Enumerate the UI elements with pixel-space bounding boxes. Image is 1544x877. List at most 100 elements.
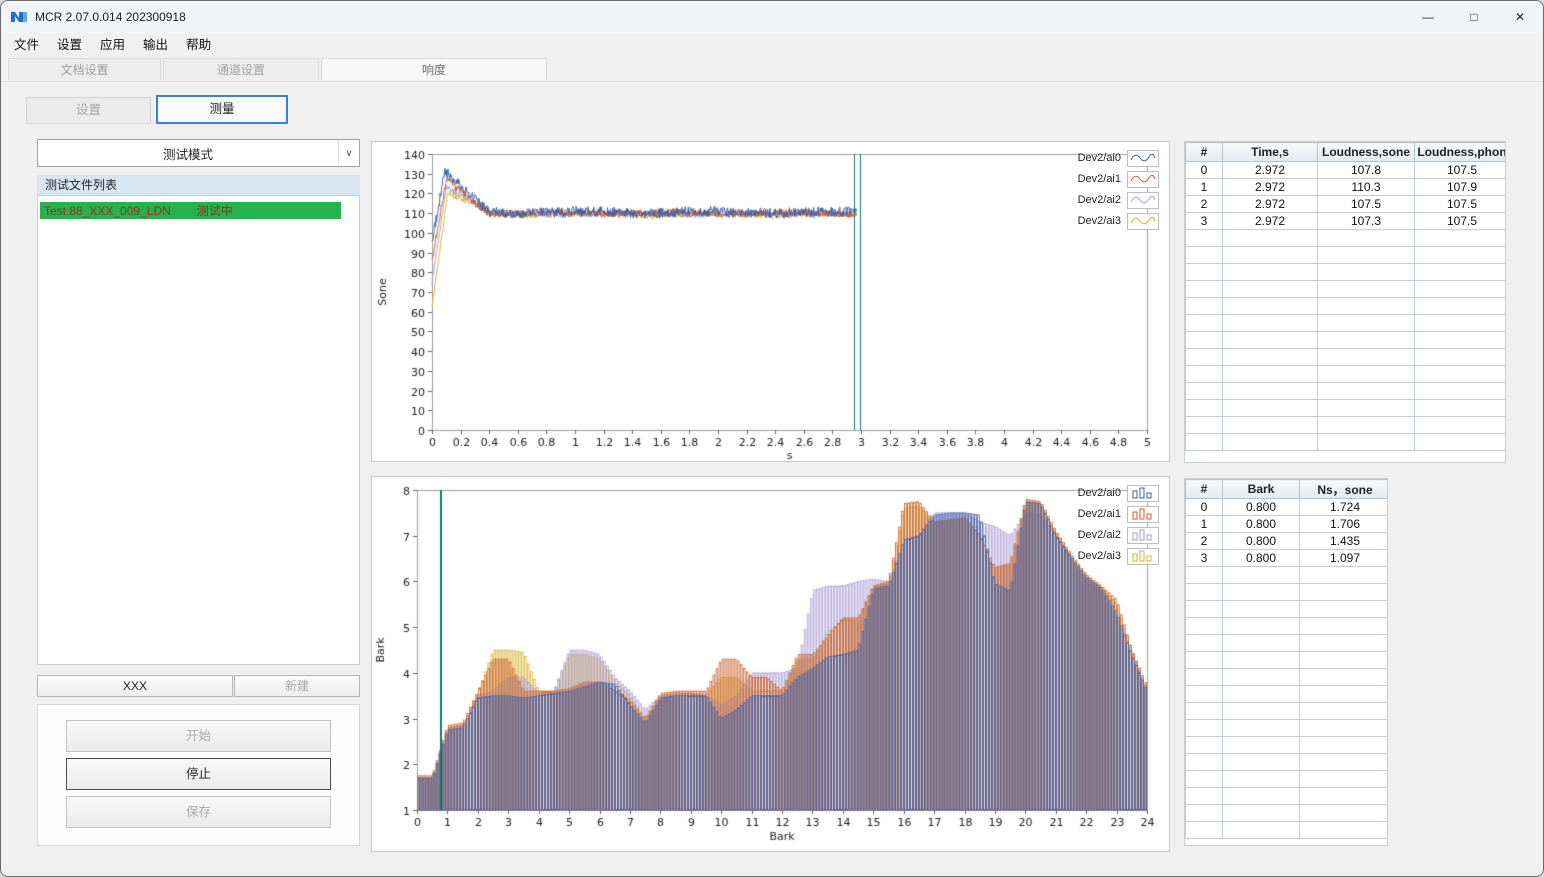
table-row-empty xyxy=(1185,634,1387,652)
window-controls: — □ ✕ xyxy=(1405,1,1543,33)
loudness-time-chart[interactable] xyxy=(372,142,1169,461)
table-cell: 107.9 xyxy=(1414,178,1505,196)
specific-loudness-chart[interactable] xyxy=(372,477,1169,851)
table-row-empty xyxy=(1185,821,1387,839)
table-cell: 110.3 xyxy=(1317,178,1415,196)
legend-label: Dev2/ai0 xyxy=(1077,152,1121,164)
tab-document-settings[interactable]: 文档设置 xyxy=(8,58,161,80)
menu-help[interactable]: 帮助 xyxy=(177,33,220,58)
save-button[interactable]: 保存 xyxy=(66,796,331,828)
specific-loudness-table-panel: # Bark Ns，sone 0 0.800 1.724 1 0.800 1.706 2 0.… xyxy=(1184,478,1388,846)
col-index: # xyxy=(1185,142,1223,162)
table-cell xyxy=(1185,416,1223,434)
table-cell xyxy=(1299,651,1387,669)
test-file-item[interactable]: Test 88_XXX_009_LDN 测试中 xyxy=(40,202,341,219)
table-cell xyxy=(1414,416,1505,434)
table-cell xyxy=(1185,787,1223,805)
table-cell xyxy=(1222,668,1300,686)
table-cell xyxy=(1222,583,1300,601)
menu-settings[interactable]: 设置 xyxy=(48,33,91,58)
table-cell xyxy=(1185,685,1223,703)
menu-output[interactable]: 输出 xyxy=(134,33,177,58)
new-button[interactable]: 新建 xyxy=(234,675,360,697)
line-series-icon xyxy=(1127,191,1159,209)
table-cell xyxy=(1299,821,1387,839)
bar-series-icon xyxy=(1127,526,1159,544)
table-cell xyxy=(1299,719,1387,737)
table-cell xyxy=(1185,433,1223,451)
loudness-table: # Time,s Loudness,sone Loudness,phon 0 2.… xyxy=(1185,142,1505,451)
col-bark: Bark xyxy=(1222,479,1300,499)
specific-loudness-chart-panel: Dev2/ai0 Dev2/ai1 Dev2/ai2 Dev2/ai3 xyxy=(371,476,1170,852)
test-file-list-header: 测试文件列表 xyxy=(37,175,360,195)
table-row-empty xyxy=(1185,668,1387,686)
table-cell xyxy=(1414,263,1505,281)
test-file-list[interactable]: Test 88_XXX_009_LDN 测试中 xyxy=(37,195,360,665)
table-row[interactable]: 1 0.800 1.706 xyxy=(1185,515,1387,533)
table-cell xyxy=(1185,382,1223,400)
legend-label: Dev2/ai2 xyxy=(1077,194,1121,206)
legend-label: Dev2/ai3 xyxy=(1077,215,1121,227)
xxx-button[interactable]: XXX xyxy=(37,675,233,697)
table-row-empty xyxy=(1185,382,1505,400)
test-mode-select[interactable]: 测试模式 ∨ xyxy=(37,139,360,167)
table-cell: 0.800 xyxy=(1222,498,1300,516)
table-cell xyxy=(1185,280,1223,298)
table-row-empty xyxy=(1185,566,1387,584)
table-cell xyxy=(1222,702,1300,720)
tab-loudness[interactable]: 响度 xyxy=(321,58,547,80)
table-row-empty xyxy=(1185,348,1505,366)
line-series-icon xyxy=(1127,149,1159,167)
table-row-empty xyxy=(1185,297,1505,315)
tab-channel-settings[interactable]: 通道设置 xyxy=(163,58,319,80)
measure-subtab-button[interactable]: 测量 xyxy=(156,95,288,124)
table-row[interactable]: 3 2.972 107.3 107.5 xyxy=(1185,212,1505,230)
table-cell: 0.800 xyxy=(1222,549,1300,567)
minimize-button[interactable]: — xyxy=(1405,1,1451,33)
line-series-icon xyxy=(1127,170,1159,188)
legend-label: Dev2/ai3 xyxy=(1077,550,1121,562)
table-row[interactable]: 0 2.972 107.8 107.5 xyxy=(1185,161,1505,179)
table-row[interactable]: 3 0.800 1.097 xyxy=(1185,549,1387,567)
table-row[interactable]: 0 0.800 1.724 xyxy=(1185,498,1387,516)
table-row-empty xyxy=(1185,365,1505,383)
control-groupbox: 开始 停止 保存 xyxy=(37,704,360,846)
test-mode-value: 测试模式 xyxy=(162,147,213,162)
legend-label: Dev2/ai2 xyxy=(1077,529,1121,541)
table-cell xyxy=(1185,566,1223,584)
table-cell xyxy=(1222,382,1318,400)
chevron-down-icon[interactable]: ∨ xyxy=(338,140,359,166)
table-cell: 1 xyxy=(1185,515,1223,533)
maximize-button[interactable]: □ xyxy=(1451,1,1497,33)
table-cell xyxy=(1299,600,1387,618)
table-row[interactable]: 2 0.800 1.435 xyxy=(1185,532,1387,550)
settings-subtab-button[interactable]: 设置 xyxy=(26,97,151,124)
table-cell xyxy=(1185,702,1223,720)
table-row[interactable]: 2 2.972 107.5 107.5 xyxy=(1185,195,1505,213)
table-cell: 2.972 xyxy=(1222,212,1318,230)
table-cell xyxy=(1222,617,1300,635)
table-cell xyxy=(1414,280,1505,298)
table-row[interactable]: 1 2.972 110.3 107.9 xyxy=(1185,178,1505,196)
table-row-empty xyxy=(1185,736,1387,754)
table-row-empty xyxy=(1185,280,1505,298)
table-cell xyxy=(1222,566,1300,584)
table-cell xyxy=(1299,770,1387,788)
table-cell: 0 xyxy=(1185,498,1223,516)
col-ns-sone: Ns，sone xyxy=(1299,479,1387,499)
table-row-empty xyxy=(1185,702,1387,720)
table-cell xyxy=(1414,229,1505,247)
legend-label: Dev2/ai1 xyxy=(1077,508,1121,520)
stop-button[interactable]: 停止 xyxy=(66,758,331,790)
menu-apply[interactable]: 应用 xyxy=(91,33,134,58)
menu-file[interactable]: 文件 xyxy=(5,33,48,58)
specific-loudness-chart-legend: Dev2/ai0 Dev2/ai1 Dev2/ai2 Dev2/ai3 xyxy=(1077,484,1159,565)
start-button[interactable]: 开始 xyxy=(66,720,331,752)
specific-loudness-table: # Bark Ns，sone 0 0.800 1.724 1 0.800 1.706 2 0.… xyxy=(1185,479,1387,839)
table-cell xyxy=(1222,787,1300,805)
test-file-status: 测试中 xyxy=(196,204,233,218)
app-icon xyxy=(10,8,28,26)
table-cell xyxy=(1414,433,1505,451)
table-cell xyxy=(1185,399,1223,417)
close-button[interactable]: ✕ xyxy=(1497,1,1543,33)
